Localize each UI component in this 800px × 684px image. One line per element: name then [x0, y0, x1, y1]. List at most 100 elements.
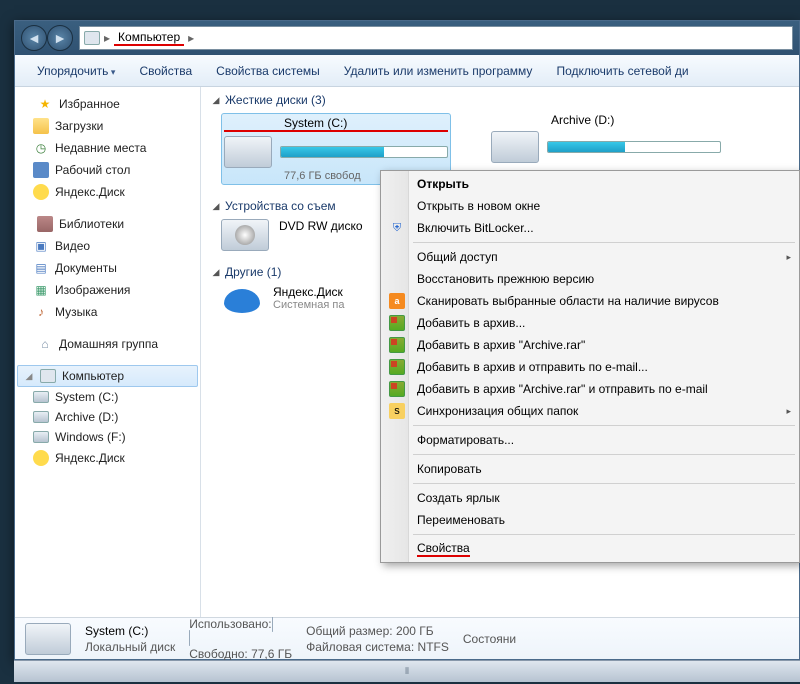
separator: [413, 425, 795, 426]
ctx-archive-rar-and-email[interactable]: Добавить в архив "Archive.rar" и отправи…: [383, 378, 797, 400]
antivirus-icon: a: [389, 293, 405, 309]
ctx-format[interactable]: Форматировать...: [383, 429, 797, 451]
sidebar-item-music[interactable]: ♪Музыка: [15, 301, 200, 323]
ctx-properties[interactable]: Свойства: [383, 538, 797, 560]
breadcrumb-computer[interactable]: Компьютер: [114, 30, 184, 46]
ctx-create-shortcut[interactable]: Создать ярлык: [383, 487, 797, 509]
cloud-icon: [221, 285, 263, 317]
ctx-open-new-window[interactable]: Открыть в новом окне: [383, 195, 797, 217]
usage-bar: [547, 141, 721, 153]
computer-icon: [84, 31, 100, 45]
sidebar-item-videos[interactable]: ▣Видео: [15, 235, 200, 257]
hard-drive-icon: [491, 131, 539, 163]
status-total-value: 200 ГБ: [396, 624, 434, 638]
sidebar-item-label: Избранное: [59, 97, 120, 111]
sidebar-item-drive-f[interactable]: Windows (F:): [15, 427, 200, 447]
folder-icon: [33, 118, 49, 134]
shield-icon: ⛨: [389, 220, 405, 236]
toolbar: Упорядочить Свойства Свойства системы Уд…: [15, 55, 799, 87]
sidebar-item-documents[interactable]: ▤ Документы: [15, 257, 200, 279]
section-title: Жесткие диски (3): [225, 93, 326, 107]
archive-icon: [389, 337, 405, 353]
sidebar-item-drive-c[interactable]: System (C:): [15, 387, 200, 407]
separator: [413, 534, 795, 535]
recent-icon: ◷: [33, 140, 49, 156]
sidebar-item-label: Изображения: [55, 283, 130, 297]
sidebar-favorites[interactable]: ★Избранное: [15, 93, 200, 115]
ctx-sync-folders[interactable]: sСинхронизация общих папок: [383, 400, 797, 422]
uninstall-button[interactable]: Удалить или изменить программу: [334, 60, 543, 82]
section-hard-drives[interactable]: ◢ Жесткие диски (3): [211, 93, 789, 107]
nav-buttons: ◄ ►: [21, 25, 73, 51]
collapse-icon: ◢: [211, 95, 221, 106]
libraries-icon: [37, 216, 53, 232]
ctx-copy[interactable]: Копировать: [383, 458, 797, 480]
sidebar-item-label: Загрузки: [55, 119, 103, 133]
sidebar: ★Избранное Загрузки ◷ Недавние места Рабо…: [15, 87, 201, 617]
computer-icon: [40, 369, 56, 383]
sidebar-computer[interactable]: ◢ Компьютер: [17, 365, 198, 387]
desktop-icon: [33, 162, 49, 178]
status-fs-label: Файловая система:: [306, 640, 414, 654]
dvd-drive-icon: [221, 219, 269, 251]
sidebar-item-yandex-disk[interactable]: Яндекс.Диск: [15, 181, 200, 203]
sidebar-item-label: System (C:): [55, 390, 118, 404]
ctx-add-to-archive[interactable]: Добавить в архив...: [383, 312, 797, 334]
sidebar-item-label: Домашняя группа: [59, 337, 158, 351]
status-drive-type: Локальный диск: [85, 640, 175, 654]
back-button[interactable]: ◄: [21, 25, 47, 51]
drive-name: Archive (D:): [491, 113, 721, 127]
sidebar-item-recent[interactable]: ◷ Недавние места: [15, 137, 200, 159]
sidebar-item-pictures[interactable]: ▦Изображения: [15, 279, 200, 301]
collapse-icon: ◢: [211, 267, 221, 278]
sync-icon: s: [389, 403, 405, 419]
ctx-open[interactable]: Открыть: [383, 173, 797, 195]
ctx-bitlocker[interactable]: ⛨Включить BitLocker...: [383, 217, 797, 239]
drive-icon: [33, 391, 49, 403]
music-icon: ♪: [33, 304, 49, 320]
sidebar-item-label: Компьютер: [62, 369, 124, 383]
sidebar-item-label: Недавние места: [55, 141, 146, 155]
status-drive-name: System (C:): [85, 624, 175, 638]
sidebar-item-drive-yandex[interactable]: Яндекс.Диск: [15, 447, 200, 469]
yandex-disk-icon: [33, 184, 49, 200]
document-icon: ▤: [33, 260, 49, 276]
drive-icon: [33, 431, 49, 443]
sidebar-item-label: Archive (D:): [55, 410, 118, 424]
status-state-label: Состояни: [463, 632, 516, 646]
sidebar-item-label: Яндекс.Диск: [55, 451, 125, 465]
address-bar[interactable]: ▸ Компьютер ▸: [79, 26, 793, 50]
organize-button[interactable]: Упорядочить: [27, 60, 125, 82]
nav-bar: ◄ ► ▸ Компьютер ▸: [15, 21, 799, 55]
collapse-icon: ◢: [211, 201, 221, 212]
sidebar-item-label: Яндекс.Диск: [55, 185, 125, 199]
chevron-right-icon[interactable]: ▸: [104, 31, 110, 45]
forward-button[interactable]: ►: [47, 25, 73, 51]
archive-icon: [389, 381, 405, 397]
chevron-right-icon[interactable]: ▸: [188, 31, 194, 45]
properties-button[interactable]: Свойства: [129, 60, 202, 82]
drive-name: Яндекс.Диск: [273, 285, 344, 299]
sidebar-item-label: Документы: [55, 261, 117, 275]
ctx-add-to-archive-rar[interactable]: Добавить в архив "Archive.rar": [383, 334, 797, 356]
ctx-rename[interactable]: Переименовать: [383, 509, 797, 531]
ctx-archive-and-email[interactable]: Добавить в архив и отправить по e-mail..…: [383, 356, 797, 378]
sidebar-item-label: Библиотеки: [59, 217, 124, 231]
drive-icon: [33, 411, 49, 423]
ctx-scan-virus[interactable]: aСканировать выбранные области на наличи…: [383, 290, 797, 312]
ctx-restore-previous[interactable]: Восстановить прежнюю версию: [383, 268, 797, 290]
separator: [413, 483, 795, 484]
expand-icon: ◢: [24, 371, 34, 382]
map-drive-button[interactable]: Подключить сетевой ди: [546, 60, 698, 82]
hard-drive-icon: [25, 623, 71, 655]
sidebar-item-drive-d[interactable]: Archive (D:): [15, 407, 200, 427]
video-icon: ▣: [33, 238, 49, 254]
yandex-disk-icon: [33, 450, 49, 466]
system-properties-button[interactable]: Свойства системы: [206, 60, 330, 82]
sidebar-item-desktop[interactable]: Рабочий стол: [15, 159, 200, 181]
sidebar-libraries[interactable]: Библиотеки: [15, 213, 200, 235]
sidebar-homegroup[interactable]: ⌂Домашняя группа: [15, 333, 200, 355]
taskbar[interactable]: ⫴: [14, 660, 800, 682]
sidebar-item-downloads[interactable]: Загрузки: [15, 115, 200, 137]
ctx-share[interactable]: Общий доступ: [383, 246, 797, 268]
